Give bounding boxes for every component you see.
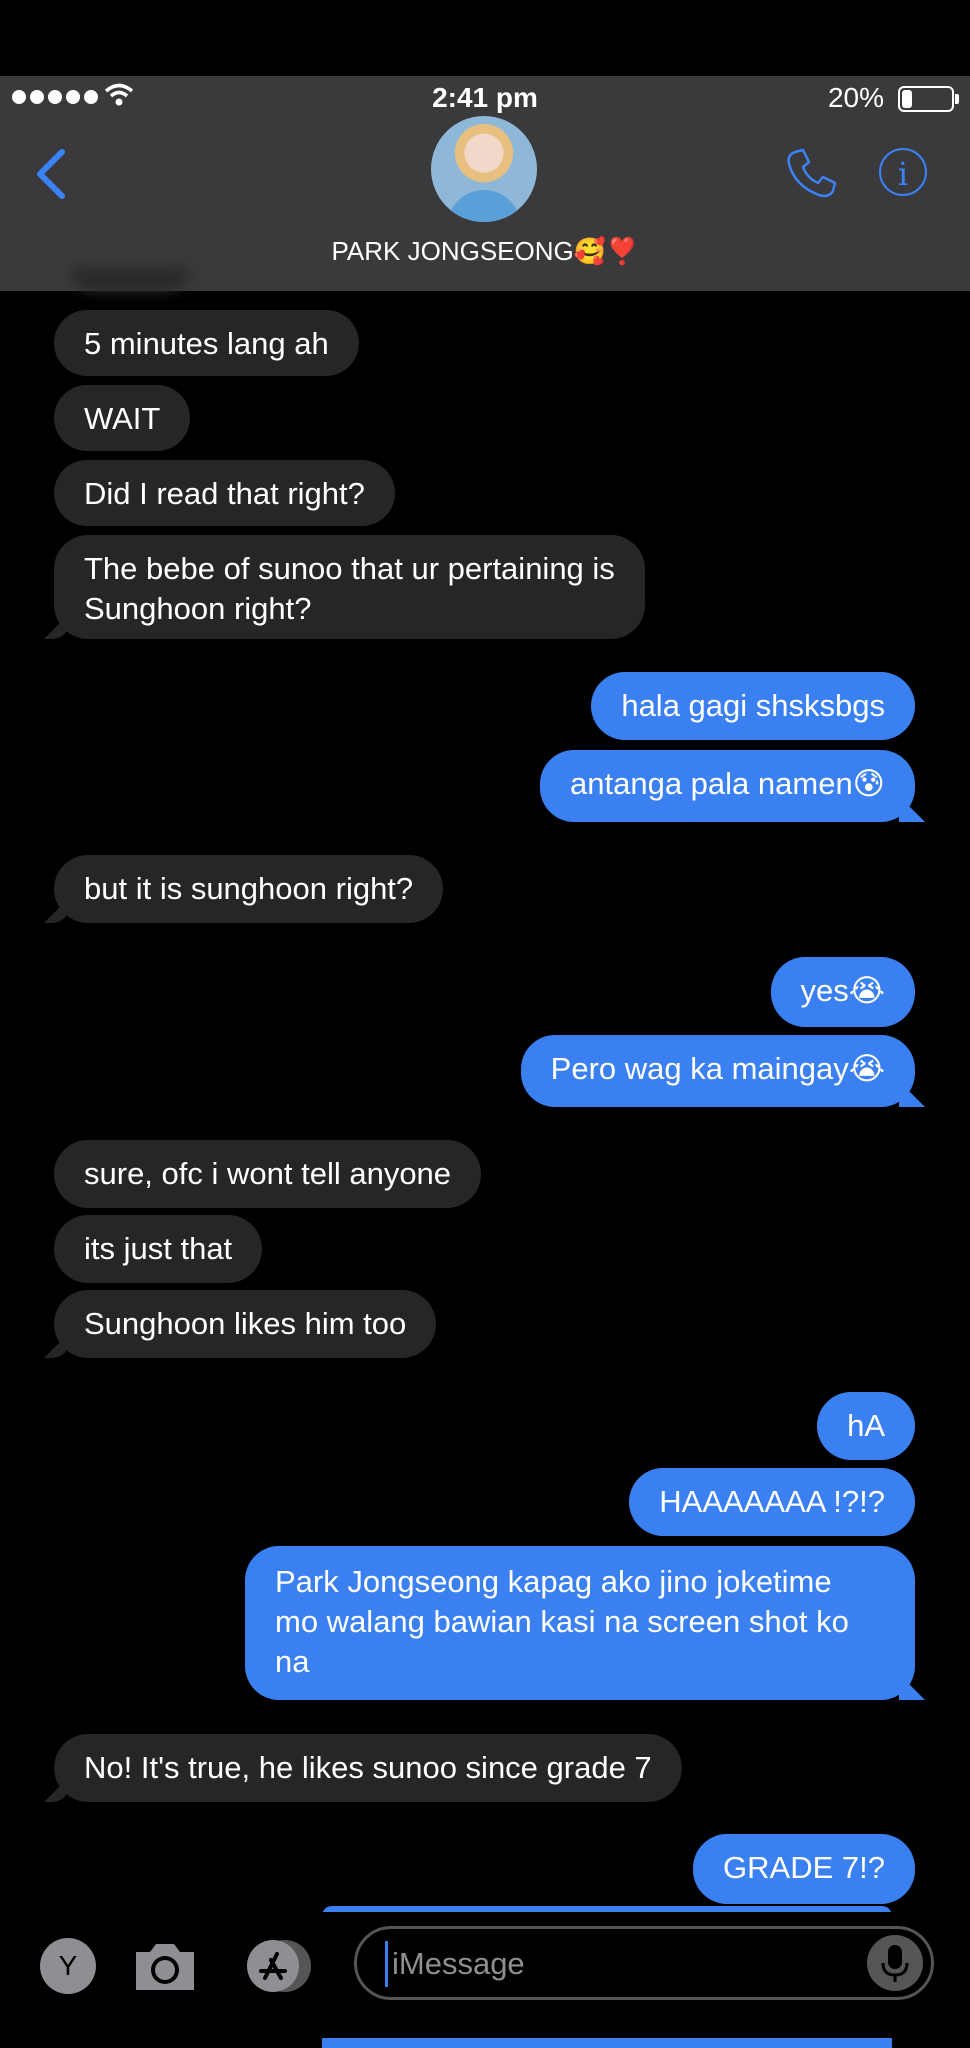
message-sent[interactable]: hala gagi shsksbgs — [591, 672, 915, 740]
message-input-field[interactable] — [354, 1926, 934, 2000]
message-received[interactable]: Sunghoon likes him too — [54, 1290, 437, 1358]
app-store-icon[interactable] — [243, 1938, 315, 1994]
message-sent[interactable]: yes😭 — [770, 957, 915, 1027]
keyboard-edge — [322, 2038, 892, 2048]
message-sent[interactable]: Pero wag ka maingay😭 — [520, 1035, 915, 1107]
message-sent[interactable]: GRADE 7!? — [693, 1834, 915, 1904]
app-shortcut-button[interactable]: Y — [40, 1938, 96, 1994]
message-received[interactable]: No! It's true, he likes sunoo since grad… — [54, 1734, 682, 1802]
back-chevron-icon[interactable] — [32, 148, 68, 200]
camera-icon[interactable] — [132, 1938, 198, 1994]
message-sent[interactable]: hA — [817, 1392, 915, 1460]
message-received[interactable]: The bebe of sunoo that ur pertaining is … — [54, 535, 645, 639]
message-sent[interactable]: HAAAAAAA !?!? — [629, 1468, 915, 1536]
message-received[interactable]: Did I read that right? — [54, 460, 395, 526]
message-received[interactable]: but it is sunghoon right? — [54, 855, 444, 923]
message-sent[interactable]: Park Jongseong kapag ako jino joketime m… — [245, 1546, 915, 1700]
battery-icon — [898, 86, 959, 112]
message-received[interactable]: its just that — [54, 1215, 263, 1283]
message-sent[interactable]: antanga pala namen😰 — [540, 750, 915, 822]
previous-bubble-edge — [70, 268, 190, 292]
phone-icon[interactable] — [783, 146, 839, 202]
microphone-icon[interactable] — [867, 1935, 923, 1991]
message-received[interactable]: 5 minutes lang ah — [54, 310, 359, 376]
message-received[interactable]: WAIT — [54, 385, 191, 451]
contact-name[interactable]: PARK JONGSEONG🥰❣️ — [0, 236, 970, 267]
status-time: 2:41 pm — [432, 82, 538, 113]
message-received[interactable]: sure, ofc i wont tell anyone — [54, 1140, 482, 1208]
info-icon[interactable]: i — [879, 148, 927, 196]
contact-avatar[interactable] — [431, 116, 537, 222]
status-bar: 2:41 pm 20% — [0, 76, 970, 118]
message-input[interactable] — [385, 1941, 864, 1987]
battery-percentage: 20% — [827, 82, 884, 113]
